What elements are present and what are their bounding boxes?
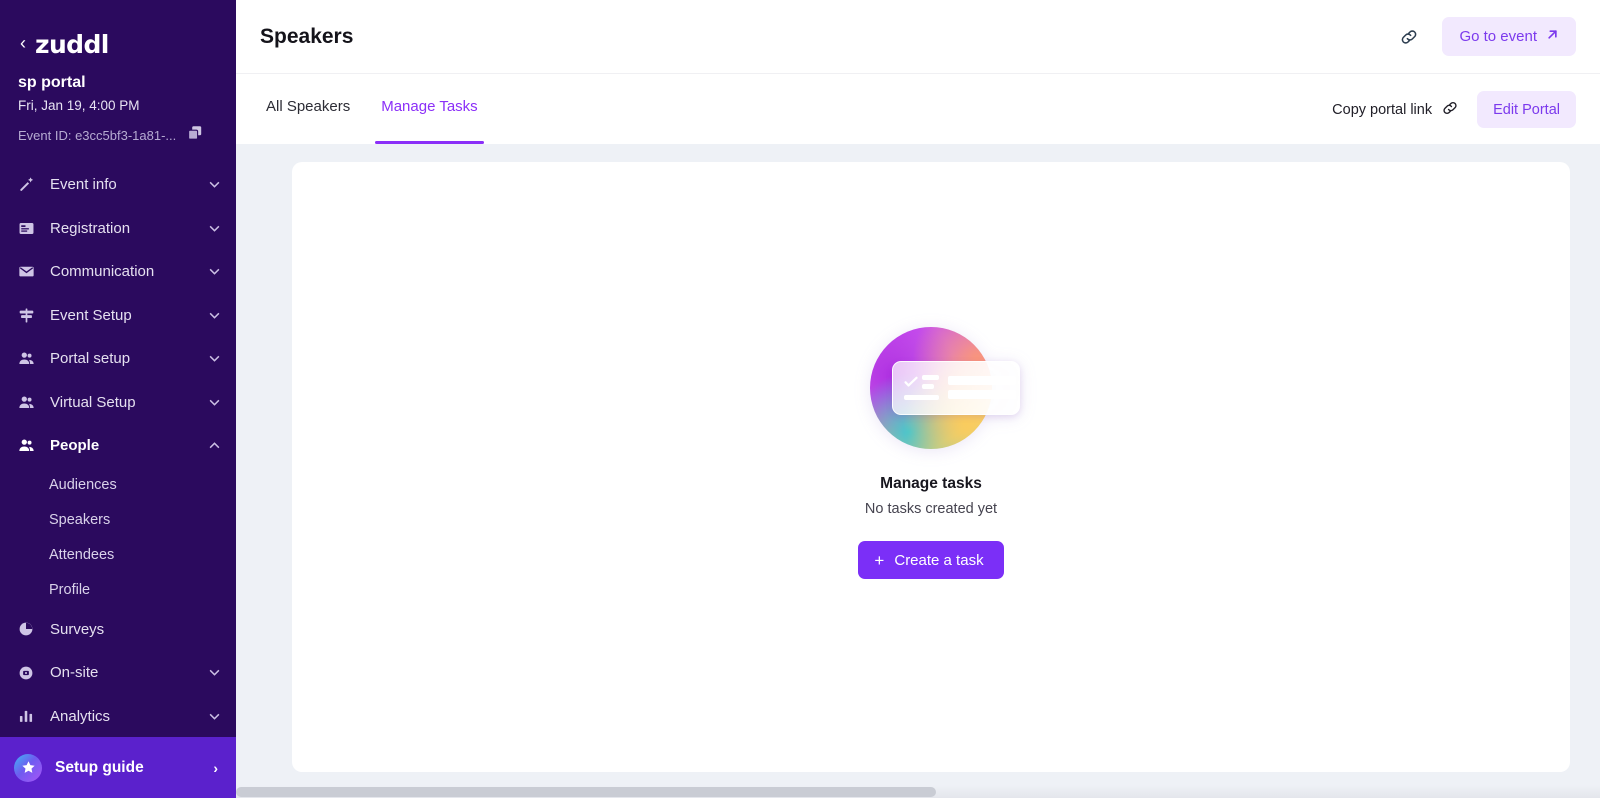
edit-portal-button[interactable]: Edit Portal: [1477, 91, 1576, 128]
tab-all-speakers[interactable]: All Speakers: [260, 98, 356, 144]
chevron-down-icon[interactable]: [208, 266, 220, 278]
sidebar-item-event-info[interactable]: Event info: [0, 163, 236, 207]
sidebar-item-label: Analytics: [50, 707, 111, 725]
sidebar-item-label: Portal setup: [50, 350, 131, 368]
copy-icon[interactable]: [186, 124, 204, 147]
envelope-icon: [17, 263, 35, 281]
sidebar-item-virtual-setup[interactable]: Virtual Setup: [0, 381, 236, 425]
bar-chart-icon: [17, 707, 35, 725]
chevron-down-icon[interactable]: [208, 667, 220, 679]
tasks-card-illustration: [870, 327, 1020, 449]
event-id-text: Event ID: e3cc5bf3-1a81-...: [18, 127, 177, 143]
setup-guide-button[interactable]: Setup guide ›: [0, 737, 236, 798]
chevron-down-icon[interactable]: [208, 309, 220, 321]
tab-manage-tasks[interactable]: Manage Tasks: [375, 98, 485, 144]
setup-guide-label: Setup guide: [55, 758, 144, 776]
people-icon: [17, 350, 35, 368]
create-task-button[interactable]: + Create a task: [858, 541, 1004, 579]
sidebar-item-analytics[interactable]: Analytics: [0, 695, 236, 739]
sidebar-subitem-label: Audiences: [49, 477, 117, 493]
brand-logo-text: zuddl: [35, 29, 109, 59]
tab-bar-actions: Copy portal link Edit Portal: [1332, 74, 1576, 128]
tasks-card: Manage tasks No tasks created yet + Crea…: [292, 162, 1570, 772]
main-area: Speakers Go to event All Speakers Manage…: [236, 0, 1600, 798]
sidebar-item-surveys[interactable]: Surveys: [0, 608, 236, 652]
sidebar-subitem-label: Profile: [49, 582, 91, 598]
chevron-left-icon[interactable]: ‹: [20, 34, 26, 52]
sidebar-item-people[interactable]: People: [0, 424, 236, 468]
sidebar-item-label: Surveys: [50, 620, 105, 638]
chevron-down-icon[interactable]: [208, 710, 220, 722]
sidebar-subitem-label: Attendees: [49, 547, 115, 563]
top-bar: Speakers Go to event: [236, 0, 1600, 74]
sidebar-item-label: Virtual Setup: [50, 393, 136, 411]
chevron-down-icon[interactable]: [208, 179, 220, 191]
chevron-right-icon: ›: [213, 759, 218, 776]
sidebar-item-label: People: [50, 437, 100, 455]
copy-portal-link-label: Copy portal link: [1332, 101, 1433, 118]
form-card-icon: [17, 219, 35, 237]
sidebar-item-portal-setup[interactable]: Portal setup: [0, 337, 236, 381]
go-to-event-label: Go to event: [1459, 28, 1537, 45]
link-icon: [1441, 99, 1459, 121]
sidebar-item-label: Event Setup: [50, 306, 132, 324]
chevron-down-icon[interactable]: [208, 353, 220, 365]
empty-state-title: Manage tasks: [880, 475, 982, 492]
link-icon[interactable]: [1392, 20, 1426, 54]
badge-scan-icon: [17, 664, 35, 682]
chevron-down-icon[interactable]: [208, 396, 220, 408]
sidebar-subitem-label: Speakers: [49, 512, 111, 528]
brand-header[interactable]: ‹ zuddl: [0, 0, 236, 62]
sidebar-item-communication[interactable]: Communication: [0, 250, 236, 294]
illustration-task-card: [892, 361, 1020, 415]
signpost-icon: [17, 306, 35, 324]
copy-portal-link-button[interactable]: Copy portal link: [1332, 99, 1459, 121]
sidebar-item-audiences[interactable]: Audiences: [0, 468, 236, 503]
event-title: sp portal: [18, 74, 86, 91]
go-to-event-button[interactable]: Go to event: [1442, 17, 1576, 56]
empty-state: Manage tasks No tasks created yet + Crea…: [858, 327, 1020, 579]
sidebar-item-label: Event info: [50, 176, 117, 194]
sidebar-nav: Event info Registration Communication Ev…: [0, 163, 236, 738]
sidebar-item-attendees[interactable]: Attendees: [0, 538, 236, 573]
horizontal-scrollbar-thumb[interactable]: [236, 787, 936, 797]
event-summary: sp portal Fri, Jan 19, 4:00 PM Event ID:…: [0, 62, 236, 147]
illustration-line: [904, 395, 939, 400]
chevron-down-icon[interactable]: [208, 222, 220, 234]
tab-bar: All Speakers Manage Tasks Copy portal li…: [236, 74, 1600, 144]
illustration-line: [922, 375, 939, 380]
sidebar-item-profile[interactable]: Profile: [0, 573, 236, 608]
sidebar-item-speakers[interactable]: Speakers: [0, 503, 236, 538]
sidebar-item-label: On-site: [50, 664, 99, 682]
chevron-up-icon[interactable]: [208, 440, 220, 452]
sidebar-item-registration[interactable]: Registration: [0, 207, 236, 251]
app-root: ‹ zuddl sp portal Fri, Jan 19, 4:00 PM E…: [0, 0, 1600, 798]
people-icon: [17, 393, 35, 411]
sidebar-item-label: Communication: [50, 263, 155, 281]
illustration-line: [948, 390, 1016, 399]
sidebar-item-label: Registration: [50, 219, 131, 237]
empty-state-subtitle: No tasks created yet: [864, 501, 998, 517]
plus-icon: +: [874, 550, 885, 570]
page-title: Speakers: [260, 24, 354, 48]
sidebar: ‹ zuddl sp portal Fri, Jan 19, 4:00 PM E…: [0, 0, 236, 798]
create-task-label: Create a task: [894, 551, 984, 569]
star-icon: [14, 753, 42, 782]
tabs: All Speakers Manage Tasks: [260, 74, 1332, 144]
event-id-row: Event ID: e3cc5bf3-1a81-...: [18, 124, 218, 147]
content-area: Manage tasks No tasks created yet + Crea…: [236, 144, 1600, 798]
event-date: Fri, Jan 19, 4:00 PM: [18, 98, 140, 113]
sidebar-item-on-site[interactable]: On-site: [0, 651, 236, 695]
people-icon: [17, 437, 35, 455]
check-icon: [904, 376, 919, 394]
pie-chart-icon: [17, 620, 35, 638]
illustration-line: [922, 384, 934, 389]
sidebar-item-event-setup[interactable]: Event Setup: [0, 294, 236, 338]
illustration-line: [948, 376, 1016, 385]
arrow-up-right-icon: [1546, 28, 1559, 45]
magic-wand-icon: [17, 176, 35, 194]
